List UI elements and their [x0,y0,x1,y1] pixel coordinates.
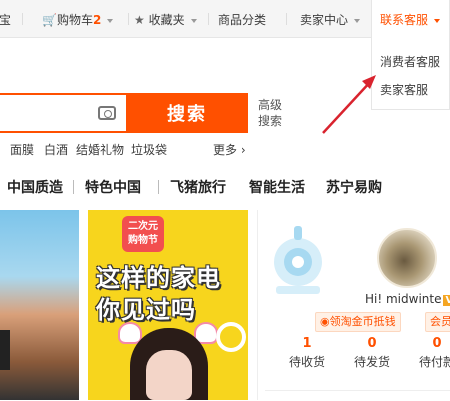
divider [73,180,74,194]
divider [22,13,23,25]
bulletin-tabs [265,390,450,401]
divider [208,13,209,25]
chevron-down-icon [107,18,114,23]
avatar[interactable] [377,228,437,288]
gift-icon: ◉ [320,315,330,328]
stat-count: 0 [432,336,442,351]
favorites-link[interactable]: ★ 收藏夹 [134,11,197,28]
user-info-panel: Hi! midwinte V ◉领淘金币抵钱 会员 1 0 0 待收货 待发货 待… [257,210,450,400]
hot-word[interactable]: 垃圾袋 [131,141,167,158]
favorites-label: 收藏夹 [148,13,185,27]
username: Hi! midwinte [365,292,442,306]
seller-center-link[interactable]: 卖家中心 [300,11,361,28]
stat-count: 1 [302,336,312,351]
headphones-icon [216,322,246,352]
seller-service-item[interactable]: 卖家客服 [380,81,428,98]
more-label: 更多 [213,143,238,157]
banner-decor [0,330,10,370]
gold-coin-button[interactable]: ◉领淘金币抵钱 [315,312,401,332]
camera-icon[interactable] [98,106,116,120]
stat-to-receive[interactable]: 待收货 [289,353,325,370]
contact-service-dropdown: 联系客服 消费者客服 卖家客服 [371,0,450,110]
nav-item-suning[interactable]: 苏宁易购 [326,177,382,197]
chevron-down-icon [354,18,361,23]
nav-item-fliggy[interactable]: 飞猪旅行 [170,177,226,197]
search-button[interactable]: 搜索 [126,93,248,133]
banner-headline-2: 你见过吗 [96,296,196,324]
banner-headline-1: 这样的家电 [96,264,221,292]
chevron-right-icon: › [240,143,246,157]
arrow-shaft [322,79,373,134]
contact-service-label: 联系客服 [380,13,429,27]
promo-banner-appliance[interactable]: 二次元 购物节 这样的家电 你见过吗 [88,210,248,400]
vip-badge: V [443,295,450,306]
advanced-search-link[interactable]: 高级搜索 [258,97,288,129]
nav-item-smart-life[interactable]: 智能生活 [249,177,305,197]
topbar-item-taobao[interactable]: 宝 [0,11,11,28]
hot-word[interactable]: 结婚礼物 [76,141,124,158]
cart-count: 2 [92,13,102,27]
nav-item-china-made[interactable]: 中国质造 [7,177,63,197]
greeting: Hi! midwinte V [365,292,450,306]
consumer-service-item[interactable]: 消费者客服 [380,53,440,70]
cart-icon: 🛒 [42,13,57,27]
member-button[interactable]: 会员 [425,312,450,332]
chevron-down-icon [190,18,197,23]
nav-item-china-special[interactable]: 特色中国 [85,177,141,197]
festival-badge: 二次元 购物节 [122,216,164,252]
face-shape [146,350,192,400]
stat-to-pay[interactable]: 待付款 [419,353,450,370]
cart-link[interactable]: 🛒购物车2 [42,11,114,28]
cart-label: 购物车 [56,13,93,27]
divider [286,13,287,25]
categories-link[interactable]: 商品分类 [218,11,266,28]
contact-service-menu[interactable]: 联系客服 [380,11,441,28]
hot-word[interactable]: 面膜 [10,141,34,158]
stat-to-ship[interactable]: 待发货 [354,353,390,370]
gold-coin-label: 领淘金币抵钱 [329,315,396,328]
divider [128,13,129,25]
divider [158,180,159,194]
promo-banner-left[interactable] [0,210,79,400]
hot-word[interactable]: 白酒 [44,141,68,158]
seller-center-label: 卖家中心 [300,13,349,27]
stat-count: 0 [367,336,377,351]
badge-line1: 二次元 [128,221,158,232]
mascot-icon [274,226,322,294]
chevron-down-icon [434,18,441,23]
more-link[interactable]: 更多 › [213,141,246,158]
star-icon: ★ [134,13,145,27]
badge-line2: 购物节 [128,235,158,246]
